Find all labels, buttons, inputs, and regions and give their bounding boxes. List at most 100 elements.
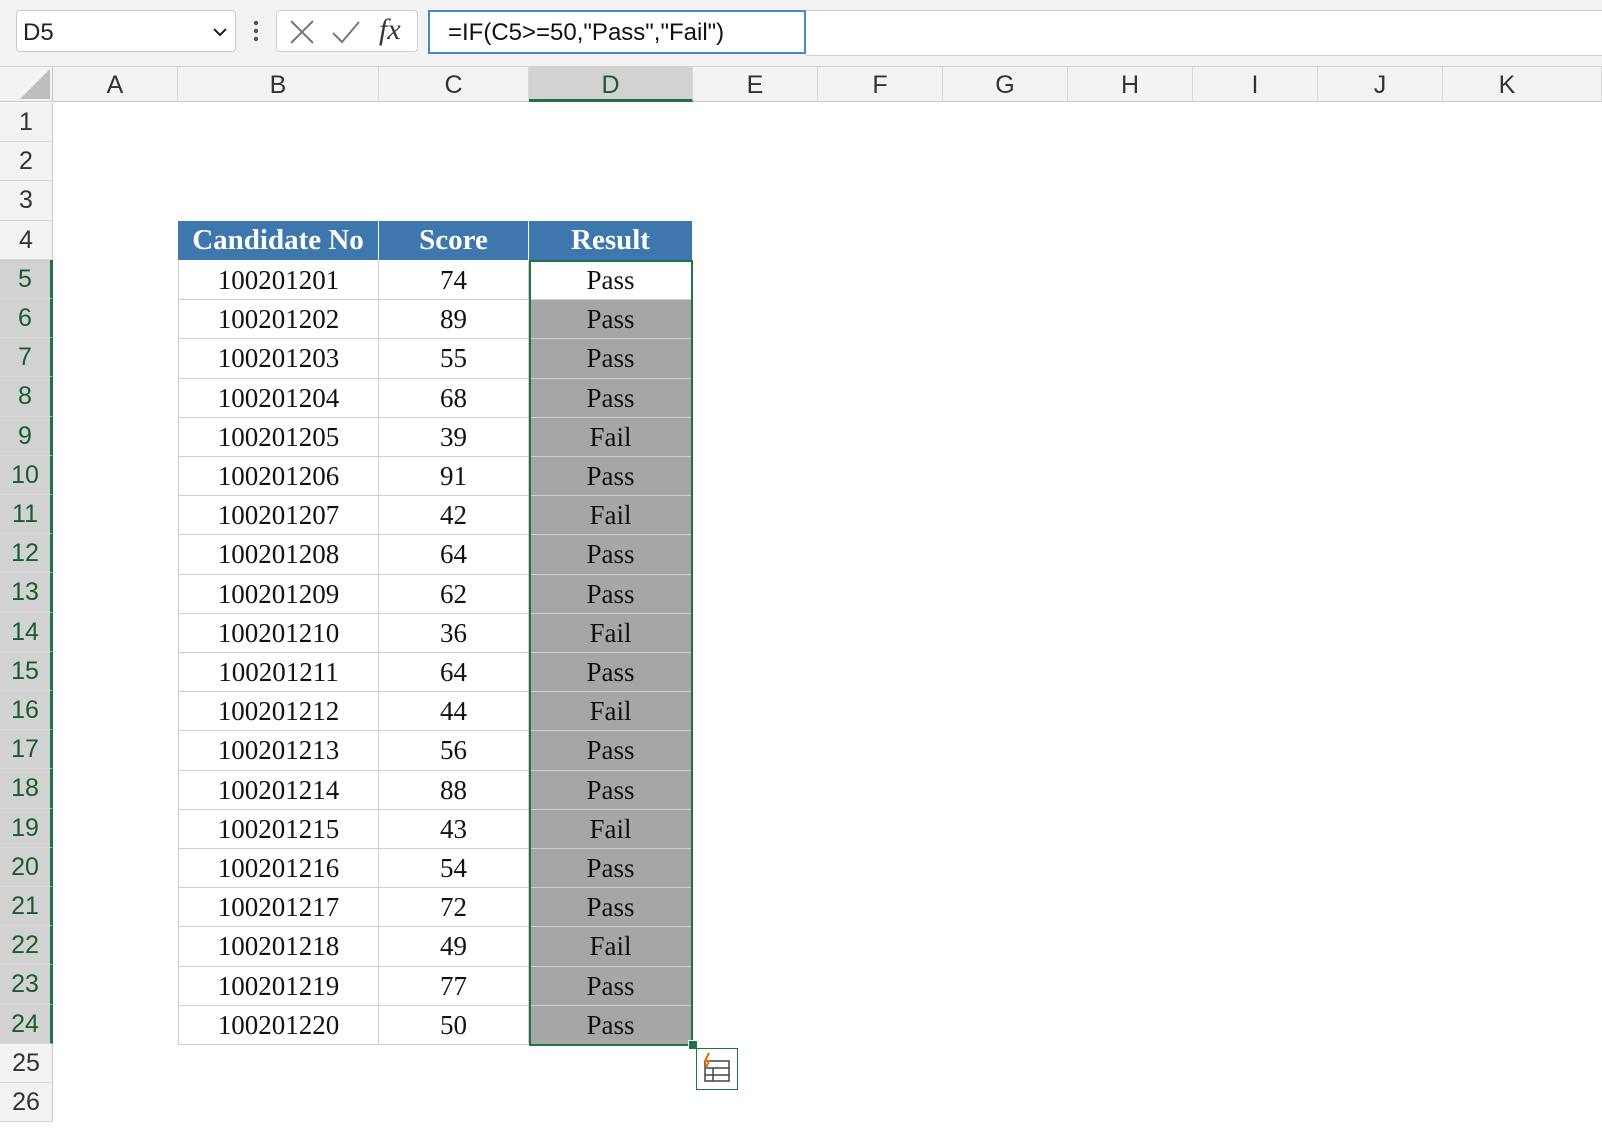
candidate-no-cell[interactable]: 100201220 — [178, 1006, 379, 1045]
row-header-1[interactable]: 1 — [0, 103, 53, 142]
select-all-icon[interactable] — [20, 69, 50, 99]
header-score[interactable]: Score — [379, 221, 529, 261]
candidate-no-cell[interactable]: 100201201 — [178, 261, 379, 300]
candidate-no-cell[interactable]: 100201206 — [178, 457, 379, 496]
score-cell[interactable]: 44 — [379, 692, 529, 731]
row-header-14[interactable]: 14 — [0, 613, 53, 652]
column-header-j[interactable]: J — [1318, 67, 1443, 102]
row-header-17[interactable]: 17 — [0, 730, 53, 769]
candidate-no-cell[interactable]: 100201219 — [178, 967, 379, 1006]
result-cell[interactable]: Pass — [529, 535, 693, 575]
row-header-5[interactable]: 5 — [0, 260, 53, 299]
candidate-no-cell[interactable]: 100201205 — [178, 418, 379, 457]
row-header-15[interactable]: 15 — [0, 652, 53, 691]
row-header-10[interactable]: 10 — [0, 456, 53, 495]
formula-input-extension[interactable] — [806, 10, 1602, 56]
candidate-no-cell[interactable]: 100201202 — [178, 300, 379, 339]
quick-analysis-button[interactable] — [696, 1048, 738, 1090]
result-cell[interactable]: Pass — [529, 967, 693, 1006]
row-header-21[interactable]: 21 — [0, 887, 53, 926]
result-cell[interactable]: Pass — [529, 575, 693, 614]
result-cell[interactable]: Pass — [529, 771, 693, 810]
column-header-k[interactable]: K — [1443, 67, 1602, 102]
row-header-8[interactable]: 8 — [0, 377, 53, 417]
row-header-18[interactable]: 18 — [0, 769, 53, 809]
row-header-7[interactable]: 7 — [0, 338, 53, 377]
result-cell[interactable]: Fail — [529, 692, 693, 731]
column-header-g[interactable]: G — [943, 67, 1068, 102]
column-header-f[interactable]: F — [818, 67, 943, 102]
result-cell[interactable]: Pass — [529, 300, 693, 339]
cancel-icon[interactable] — [287, 17, 317, 47]
row-header-25[interactable]: 25 — [0, 1044, 53, 1083]
row-header-13[interactable]: 13 — [0, 573, 53, 613]
name-box-value[interactable]: D5 — [23, 19, 54, 47]
score-cell[interactable]: 39 — [379, 418, 529, 457]
row-header-3[interactable]: 3 — [0, 181, 53, 221]
header-candidate-no[interactable]: Candidate No — [178, 221, 379, 261]
column-header-h[interactable]: H — [1068, 67, 1193, 102]
result-cell[interactable]: Fail — [529, 810, 693, 849]
score-cell[interactable]: 89 — [379, 300, 529, 339]
score-cell[interactable]: 56 — [379, 731, 529, 771]
score-cell[interactable]: 74 — [379, 261, 529, 300]
select-all-button[interactable] — [0, 67, 53, 102]
score-cell[interactable]: 72 — [379, 888, 529, 927]
result-cell[interactable]: Pass — [529, 379, 693, 418]
row-header-9[interactable]: 9 — [0, 417, 53, 456]
result-cell[interactable]: Fail — [529, 496, 693, 535]
name-box[interactable]: D5 — [16, 10, 236, 52]
row-header-6[interactable]: 6 — [0, 299, 53, 338]
header-result[interactable]: Result — [529, 221, 693, 261]
candidate-no-cell[interactable]: 100201218 — [178, 927, 379, 967]
row-header-4[interactable]: 4 — [0, 221, 53, 260]
column-header-d[interactable]: D — [529, 67, 693, 102]
chevron-down-icon[interactable] — [211, 23, 229, 41]
row-header-24[interactable]: 24 — [0, 1005, 53, 1044]
row-header-12[interactable]: 12 — [0, 534, 53, 573]
score-cell[interactable]: 62 — [379, 575, 529, 614]
candidate-no-cell[interactable]: 100201212 — [178, 692, 379, 731]
row-header-11[interactable]: 11 — [0, 495, 53, 534]
column-header-c[interactable]: C — [379, 67, 529, 102]
score-cell[interactable]: 88 — [379, 771, 529, 810]
score-cell[interactable]: 50 — [379, 1006, 529, 1045]
score-cell[interactable]: 42 — [379, 496, 529, 535]
candidate-no-cell[interactable]: 100201203 — [178, 339, 379, 379]
result-cell[interactable]: Pass — [529, 888, 693, 927]
result-cell[interactable]: Pass — [529, 457, 693, 496]
score-cell[interactable]: 64 — [379, 653, 529, 692]
score-cell[interactable]: 91 — [379, 457, 529, 496]
row-header-23[interactable]: 23 — [0, 965, 53, 1005]
column-header-b[interactable]: B — [178, 67, 379, 102]
row-header-2[interactable]: 2 — [0, 142, 53, 181]
candidate-no-cell[interactable]: 100201215 — [178, 810, 379, 849]
score-cell[interactable]: 64 — [379, 535, 529, 575]
candidate-no-cell[interactable]: 100201209 — [178, 575, 379, 614]
row-header-19[interactable]: 19 — [0, 809, 53, 848]
column-header-e[interactable]: E — [693, 67, 818, 102]
score-cell[interactable]: 77 — [379, 967, 529, 1006]
score-cell[interactable]: 54 — [379, 849, 529, 888]
formula-input[interactable]: =IF(C5>=50,"Pass","Fail") — [428, 10, 806, 54]
score-cell[interactable]: 49 — [379, 927, 529, 967]
candidate-no-cell[interactable]: 100201214 — [178, 771, 379, 810]
enter-icon[interactable] — [331, 17, 361, 47]
column-header-a[interactable]: A — [53, 67, 178, 102]
result-cell[interactable]: Pass — [529, 731, 693, 771]
row-header-26[interactable]: 26 — [0, 1083, 53, 1122]
candidate-no-cell[interactable]: 100201217 — [178, 888, 379, 927]
result-cell[interactable]: Pass — [529, 849, 693, 888]
score-cell[interactable]: 36 — [379, 614, 529, 653]
formula-text[interactable]: =IF(C5>=50,"Pass","Fail") — [448, 19, 724, 47]
result-cell[interactable]: Pass — [529, 1006, 693, 1045]
more-options-icon[interactable] — [250, 16, 262, 46]
result-cell[interactable]: Pass — [529, 339, 693, 379]
row-header-20[interactable]: 20 — [0, 848, 53, 887]
row-header-16[interactable]: 16 — [0, 691, 53, 730]
score-cell[interactable]: 55 — [379, 339, 529, 379]
row-header-22[interactable]: 22 — [0, 926, 53, 965]
result-cell[interactable]: Pass — [529, 653, 693, 692]
score-cell[interactable]: 43 — [379, 810, 529, 849]
column-header-i[interactable]: I — [1193, 67, 1318, 102]
